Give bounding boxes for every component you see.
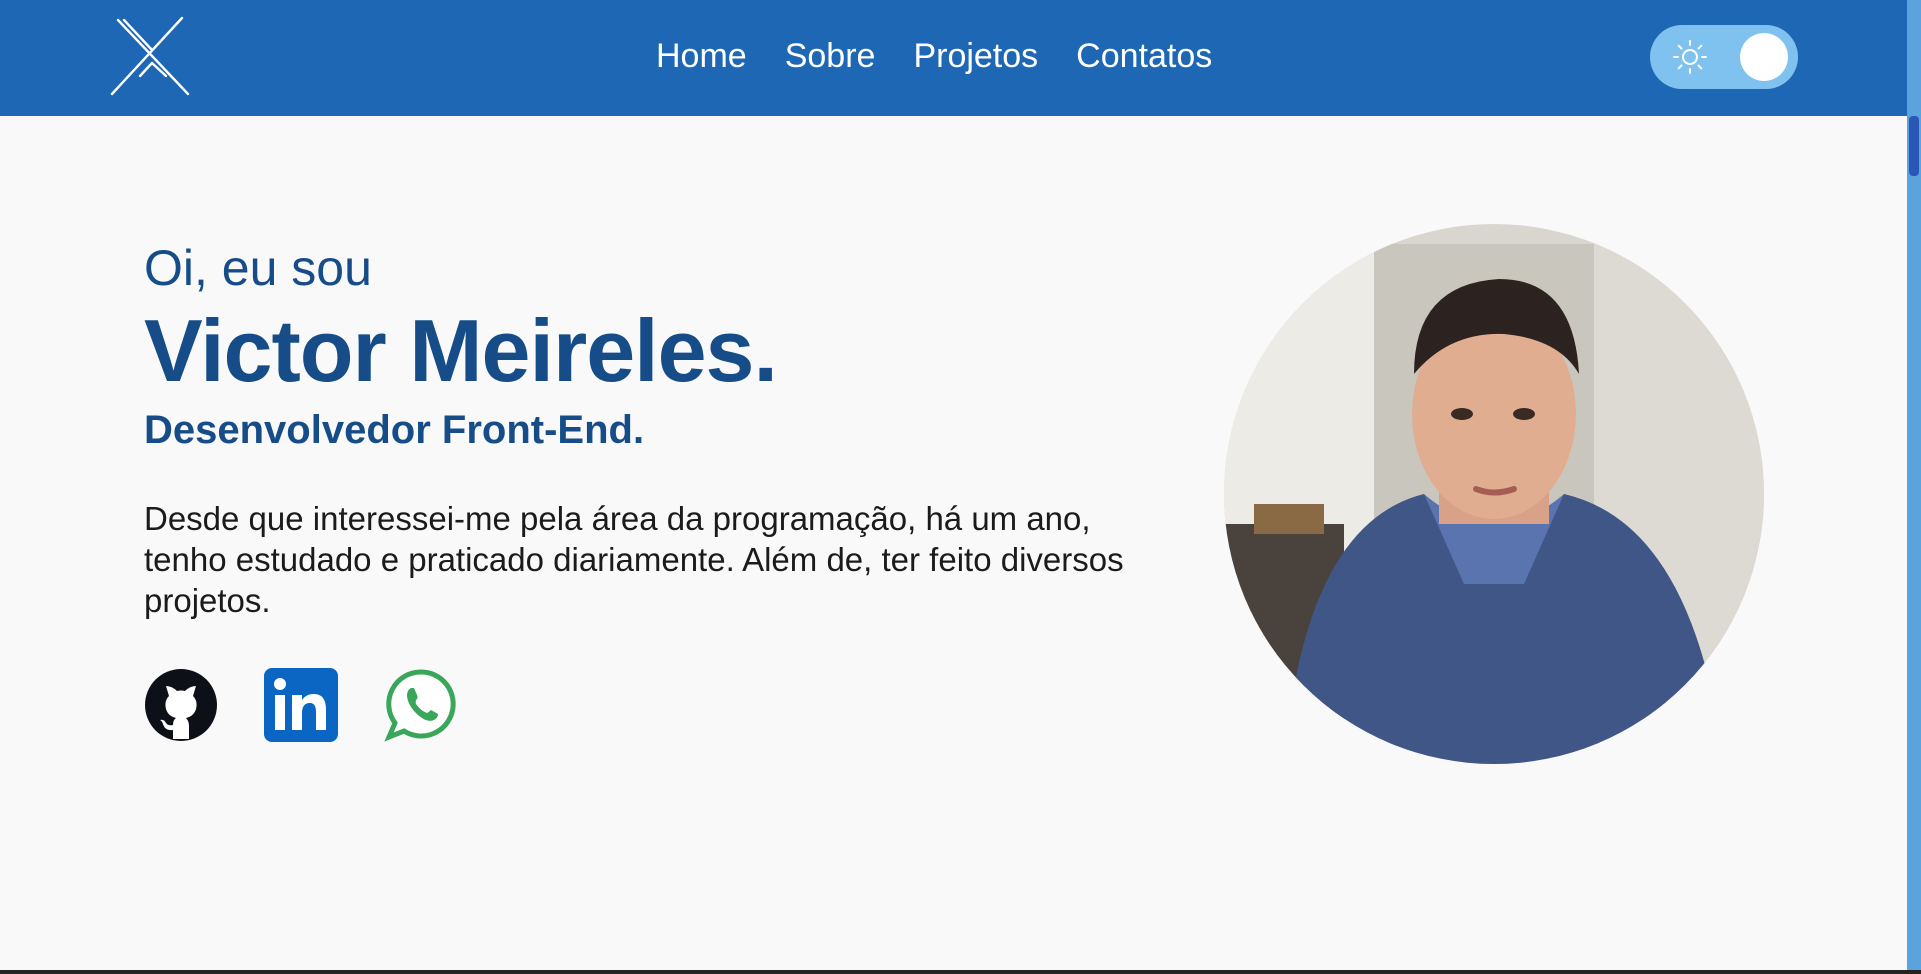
- nav-contatos-link[interactable]: Contatos: [1076, 28, 1212, 84]
- scrollbar[interactable]: [1907, 0, 1921, 974]
- linkedin-icon[interactable]: [264, 668, 338, 742]
- nav-sobre-link[interactable]: Sobre: [785, 28, 876, 84]
- nav-home-link[interactable]: Home: [656, 28, 747, 84]
- theme-toggle[interactable]: [1650, 25, 1798, 89]
- hero-description: Desde que interessei-me pela área da pro…: [144, 500, 1124, 619]
- main-nav: Home Sobre Projetos Contatos: [656, 28, 1212, 84]
- github-icon[interactable]: [144, 668, 218, 742]
- profile-photo: [1224, 224, 1764, 764]
- scrollbar-thumb[interactable]: [1909, 116, 1919, 176]
- whatsapp-icon[interactable]: [384, 668, 458, 742]
- toggle-knob: [1740, 33, 1788, 81]
- bottom-divider: [0, 970, 1921, 974]
- logo-icon[interactable]: [108, 16, 190, 96]
- hero-role: Desenvolvedor Front-End.: [144, 408, 645, 452]
- nav-projetos-link[interactable]: Projetos: [913, 28, 1038, 84]
- hero-greeting: Oi, eu sou: [144, 240, 372, 296]
- social-links: [144, 668, 458, 742]
- hero-name: Victor Meireles.: [144, 301, 778, 400]
- sun-icon: [1673, 40, 1707, 74]
- navbar: Home Sobre Projetos Contatos: [0, 0, 1921, 116]
- hero-section: Oi, eu sou Victor Meireles. Desenvolvedo…: [144, 236, 1134, 621]
